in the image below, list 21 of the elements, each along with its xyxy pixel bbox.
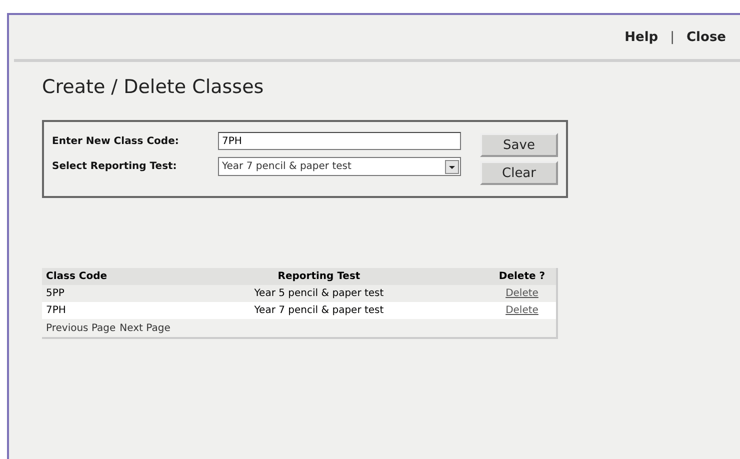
- reporting-test-dropdown[interactable]: Year 7 pencil & paper test: [218, 157, 461, 176]
- separator: |: [670, 30, 675, 44]
- table-cell-text: 7PH: [45, 305, 67, 316]
- page-title: Create / Delete Classes: [42, 76, 265, 98]
- column-header: Reporting Test: [276, 271, 362, 282]
- table-cell-text: 5PP: [45, 288, 66, 299]
- save-button[interactable]: Save: [480, 133, 558, 157]
- previous-page-link[interactable]: Previous Page: [46, 322, 116, 334]
- field-label: Select Reporting Test:: [52, 161, 178, 172]
- class-code-field[interactable]: 7PH: [218, 132, 461, 150]
- table-cell-text: Year 7 pencil & paper test: [253, 305, 385, 316]
- field-label: Enter New Class Code:: [52, 136, 180, 146]
- column-header: Class Code: [45, 271, 108, 282]
- delete-link[interactable]: Delete: [506, 288, 538, 299]
- column-header: Delete ?: [498, 271, 546, 282]
- clear-button[interactable]: Clear: [480, 161, 558, 185]
- next-page-link[interactable]: Next Page: [120, 322, 170, 334]
- delete-link[interactable]: Delete: [506, 305, 538, 316]
- help-link[interactable]: Help: [624, 30, 658, 44]
- close-link[interactable]: Close: [686, 30, 726, 44]
- table-cell-text: Year 5 pencil & paper test: [253, 288, 385, 299]
